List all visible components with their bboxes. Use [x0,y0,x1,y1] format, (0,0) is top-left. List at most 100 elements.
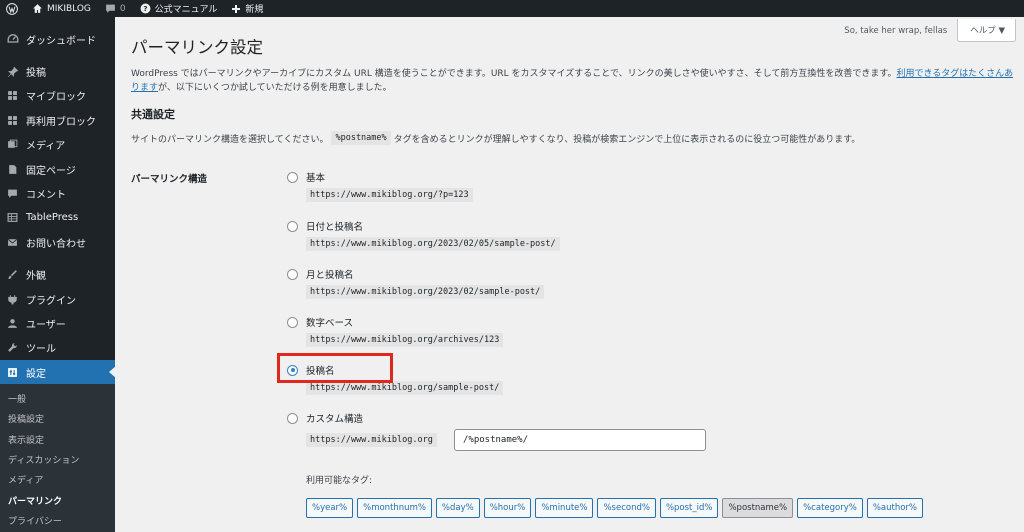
comment-icon [6,187,19,200]
comments-link[interactable]: 0 [99,0,134,17]
highlight-box [277,353,393,383]
tag-buttons: %year% %monthnum% %day% %hour% %minute% … [306,498,923,518]
help-button[interactable]: ヘルプ ▼ [957,19,1016,42]
permalink-structure-label: パーマリンク構造 [131,174,208,185]
desc-after: タグを含めるとリンクが理解しやすくなり、投稿が検索エンジンで上位に表示されるのに… [393,134,861,145]
wordpress-logo[interactable] [0,0,26,17]
site-name-link[interactable]: MIKIBLOG [26,0,99,17]
new-content-link[interactable]: 新規 [225,0,271,17]
menu-label: TablePress [26,212,79,224]
blocks-icon [6,89,19,102]
submenu-writing[interactable]: 投稿設定 [0,409,115,429]
option-label: 基本 [306,173,326,184]
main-content: So, take her wrap, fellas ヘルプ ▼ パーマリンク設定… [115,17,1024,532]
menu-label: メディア [26,141,66,153]
tag-button-category[interactable]: %category% [797,498,863,518]
help-label: ヘルプ ▼ [970,26,1005,36]
comment-icon [106,4,115,13]
desc-before: サイトのパーマリンク構造を選択してください。 [131,134,329,145]
greeting-text: So, take her wrap, fellas [844,25,948,36]
submenu-media[interactable]: メディア [0,470,115,490]
plus-icon [232,4,241,13]
comments-count: 0 [119,3,126,14]
option-day-name[interactable]: 日付と投稿名 [287,219,363,233]
menu-my-blocks[interactable]: マイブロック [0,84,115,108]
pin-icon [6,65,19,78]
postname-code: %postname% [331,131,391,145]
tag-button-hour[interactable]: %hour% [483,498,532,518]
option-numeric[interactable]: 数字ベース [287,315,353,329]
admin-bar: MIKIBLOG 0 ? 公式マニュアル 新規 [0,0,1024,17]
radio-month-name[interactable] [287,268,298,280]
plugin-icon [6,293,19,306]
tag-button-monthnum[interactable]: %monthnum% [357,498,432,518]
available-tags-label: 利用可能なタグ: [306,476,373,486]
dashboard-icon [6,33,19,46]
menu-contact[interactable]: お問い合わせ [0,230,115,254]
menu-dashboard[interactable]: ダッシュボード [0,27,115,51]
menu-appearance[interactable]: 外観 [0,263,115,287]
submenu-privacy[interactable]: プライバシー [0,510,115,530]
tag-button-author[interactable]: %author% [866,498,923,518]
section-description: サイトのパーマリンク構造を選択してください。 %postname% タグを含める… [131,131,860,145]
table-icon [6,211,19,224]
menu-label: ダッシュボード [26,35,96,47]
option-label: 日付と投稿名 [306,222,364,233]
new-label: 新規 [245,5,264,15]
site-name: MIKIBLOG [47,3,91,14]
menu-comments[interactable]: コメント [0,181,115,205]
submenu-discussion[interactable]: ディスカッション [0,449,115,469]
manual-link[interactable]: ? 公式マニュアル [134,0,226,17]
menu-label: プラグイン [26,295,76,307]
menu-posts[interactable]: 投稿 [0,59,115,83]
submenu-reading[interactable]: 表示設定 [0,429,115,449]
brush-icon [6,268,19,281]
svg-text:?: ? [143,4,147,13]
intro-main: WordPress ではパーマリンクやアーカイブにカスタム URL 構造を使うこ… [131,69,897,79]
menu-settings[interactable]: 設定 [0,360,116,385]
intro-text: WordPress ではパーマリンクやアーカイブにカスタム URL 構造を使うこ… [131,67,1016,95]
radio-custom[interactable] [287,412,298,424]
intro-tail: が、以下にいくつか試していただける例を用意しました。 [158,83,392,93]
menu-tablepress[interactable]: TablePress [0,206,115,230]
menu-plugins[interactable]: プラグイン [0,287,115,311]
menu-users[interactable]: ユーザー [0,311,115,335]
blocks-icon [6,114,19,127]
settings-submenu: 一般 投稿設定 表示設定 ディスカッション メディア パーマリンク プライバシー [0,384,115,532]
tag-button-postname[interactable]: %postname% [722,498,794,518]
section-title: 共通設定 [131,108,175,121]
tag-button-post-id[interactable]: %post_id% [659,498,719,518]
example-month-name: https://www.mikiblog.org/2023/02/sample-… [306,285,545,299]
tag-button-year[interactable]: %year% [306,498,354,518]
tag-button-minute[interactable]: %minute% [535,498,594,518]
tag-button-second[interactable]: %second% [597,498,656,518]
example-day-name: https://www.mikiblog.org/2023/02/05/samp… [306,237,560,251]
custom-structure-input[interactable]: /%postname%/ [454,429,706,451]
option-month-name[interactable]: 月と投稿名 [287,267,354,281]
settings-icon [6,366,19,379]
help-icon: ? [140,3,151,14]
example-numeric: https://www.mikiblog.org/archives/123 [306,333,504,347]
radio-plain[interactable] [287,171,298,183]
option-label: 月と投稿名 [306,270,354,281]
menu-label: ユーザー [26,319,66,331]
tag-button-day[interactable]: %day% [435,498,480,518]
radio-numeric[interactable] [287,316,298,328]
radio-day-name[interactable] [287,220,298,232]
mail-icon [6,236,19,249]
menu-media[interactable]: メディア [0,133,115,157]
menu-tools[interactable]: ツール [0,336,115,360]
menu-reusable-blocks[interactable]: 再利用ブロック [0,108,115,132]
menu-pages[interactable]: 固定ページ [0,157,115,181]
option-custom[interactable]: カスタム構造 [287,411,363,425]
submenu-general[interactable]: 一般 [0,388,115,408]
menu-label: 投稿 [26,68,46,80]
home-icon [33,4,42,13]
option-label: カスタム構造 [306,414,364,425]
submenu-permalinks[interactable]: パーマリンク [0,490,115,510]
menu-label: コメント [26,190,66,202]
menu-label: ツール [26,344,56,356]
option-plain[interactable]: 基本 [287,170,325,184]
wordpress-icon [6,2,18,15]
menu-label: 外観 [26,271,46,283]
